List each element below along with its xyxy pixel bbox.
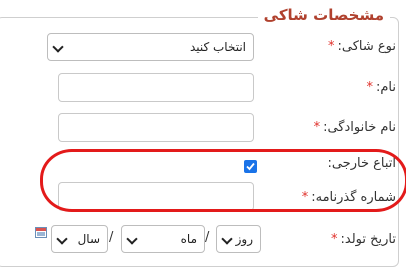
calendar-icon[interactable] — [35, 227, 47, 238]
complainant-type-select[interactable]: انتخاب کنید — [47, 33, 254, 61]
chevron-down-icon — [126, 233, 138, 245]
chevron-down-icon — [221, 233, 233, 245]
birth-date-label: تاریخ تولد:* — [331, 232, 396, 247]
required-mark: * — [331, 232, 338, 247]
section-title: مشخصات شاکی — [257, 4, 390, 26]
birth-month-value: ماه — [180, 232, 197, 246]
required-mark: * — [366, 80, 373, 95]
date-separator: / — [205, 230, 210, 245]
required-mark: * — [328, 39, 335, 54]
complainant-type-value: انتخاب کنید — [189, 40, 246, 54]
last-name-label: نام خانوادگی:* — [313, 120, 396, 135]
birth-day-value: روز — [235, 232, 253, 246]
birth-year-select[interactable]: سال — [51, 225, 108, 253]
chevron-down-icon — [56, 233, 68, 245]
birth-day-select[interactable]: روز — [216, 225, 261, 253]
date-separator: / — [109, 230, 114, 245]
last-name-input[interactable] — [58, 113, 254, 142]
highlight-annotation — [40, 149, 406, 212]
birth-year-value: سال — [77, 232, 100, 246]
complainant-type-label: نوع شاکی:* — [328, 39, 396, 54]
chevron-down-icon — [52, 41, 64, 53]
first-name-label: نام:* — [366, 80, 396, 95]
required-mark: * — [313, 120, 321, 135]
first-name-input[interactable] — [58, 73, 254, 102]
birth-month-select[interactable]: ماه — [121, 225, 205, 253]
